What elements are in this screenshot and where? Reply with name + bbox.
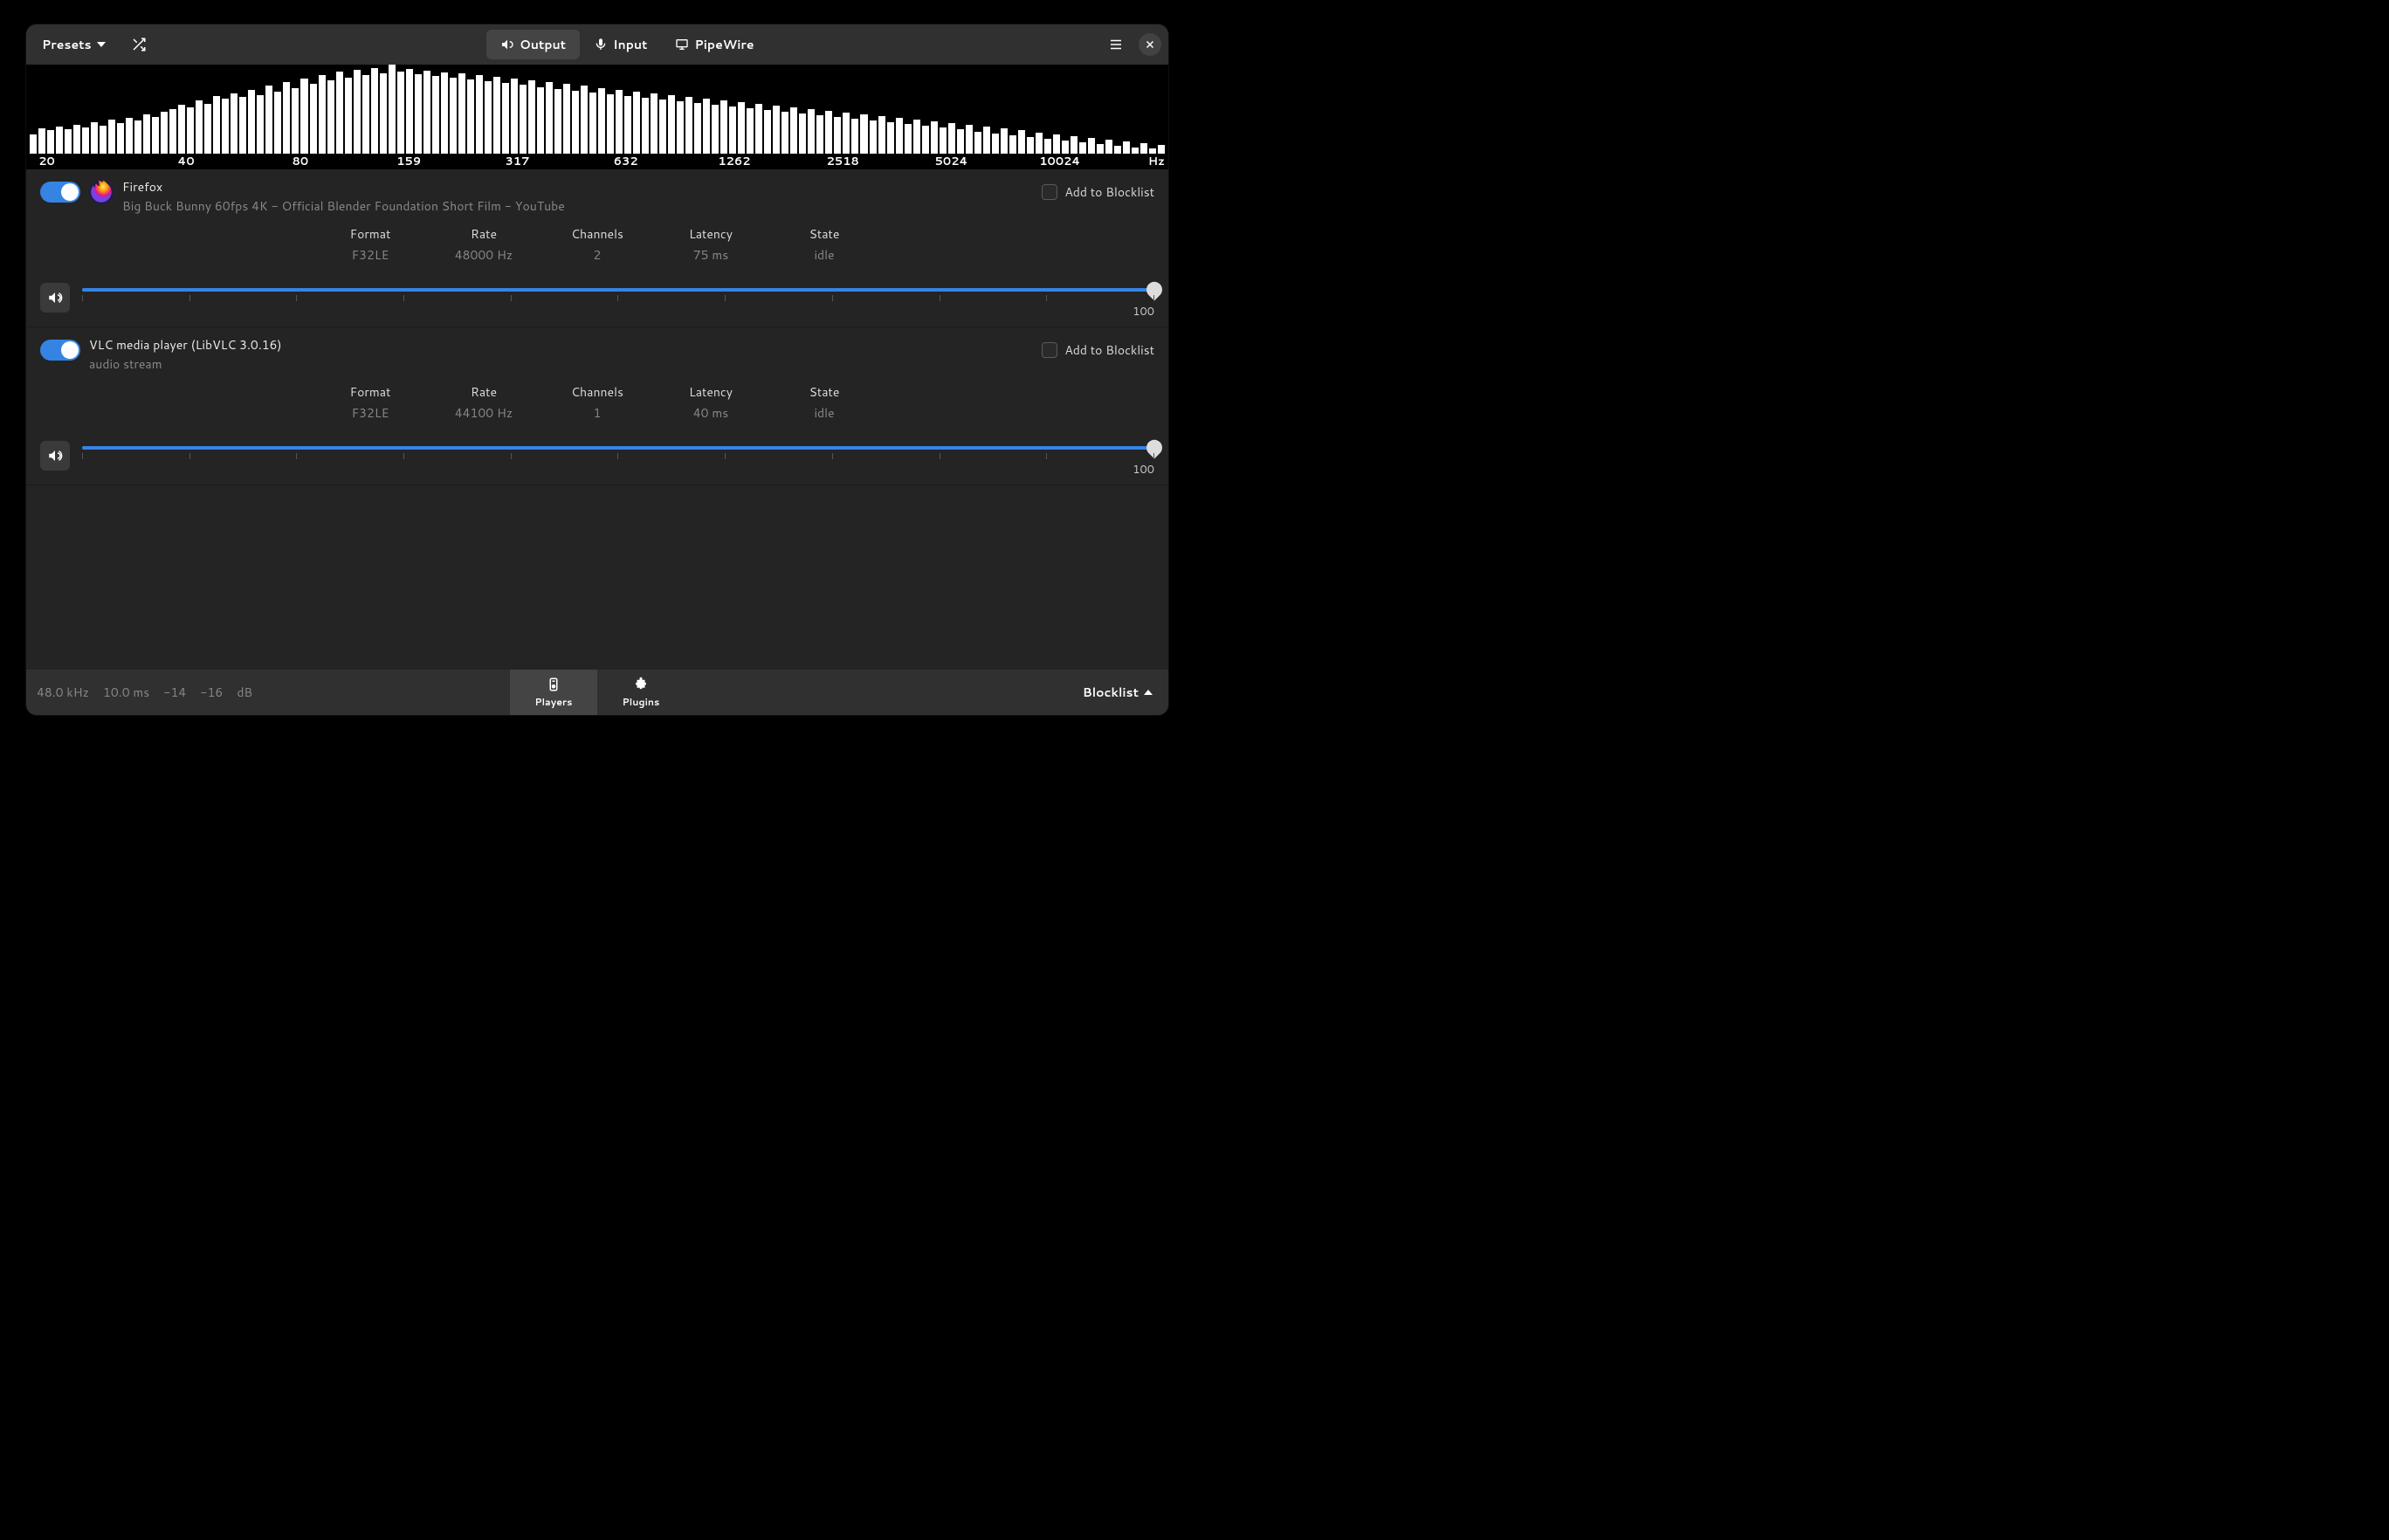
player-enable-toggle[interactable] (40, 340, 80, 361)
firefox-icon (89, 180, 114, 204)
hamburger-icon (1108, 37, 1124, 52)
player-icon (546, 677, 561, 692)
blocklist-label: Add to Blocklist (1064, 341, 1154, 359)
nav-plugins[interactable]: Plugins (597, 670, 685, 715)
statusbar: 48.0 kHz 10.0 ms -14 -16 dB Players Plug… (26, 670, 1168, 715)
nav-players[interactable]: Players (510, 670, 597, 715)
volume-value: 100 (1133, 304, 1154, 320)
close-icon (1145, 39, 1155, 50)
presets-button[interactable]: Presets (33, 31, 114, 58)
puzzle-icon (633, 677, 649, 692)
player-row: Firefox Big Buck Bunny 60fps 4K - Offici… (26, 169, 1168, 327)
microphone-icon (594, 38, 608, 52)
monitor-icon (675, 38, 689, 52)
player-name: VLC media player (LibVLC 3.0.16) (89, 336, 282, 354)
player-enable-toggle[interactable] (40, 182, 80, 203)
player-subtitle: audio stream (89, 355, 282, 373)
players-list: Firefox Big Buck Bunny 60fps 4K - Offici… (26, 169, 1168, 670)
blocklist-checkbox[interactable] (1042, 184, 1057, 200)
app-window: Presets Output Input PipeWire (26, 24, 1168, 715)
status-db: dB (237, 684, 252, 701)
volume-icon (47, 290, 63, 306)
shuffle-button[interactable] (125, 31, 153, 58)
player-subtitle: Big Buck Bunny 60fps 4K - Official Blend… (122, 197, 565, 215)
mute-button[interactable] (40, 283, 70, 313)
status-level-r: -16 (200, 684, 223, 701)
volume-value: 100 (1133, 462, 1154, 478)
presets-label: Presets (42, 36, 92, 53)
blocklist-label: Add to Blocklist (1064, 183, 1154, 201)
tab-group: Output Input PipeWire (160, 30, 1095, 59)
shuffle-icon (131, 37, 147, 52)
player-name: Firefox (122, 178, 565, 196)
volume-slider[interactable]: 100 (82, 288, 1154, 307)
tab-pipewire[interactable]: PipeWire (661, 30, 768, 59)
speaker-icon (500, 38, 514, 52)
close-button[interactable] (1139, 33, 1161, 56)
chevron-down-icon (97, 42, 106, 47)
status-level-l: -14 (163, 684, 186, 701)
spectrum-analyzer: 20408015931763212622518502410024Hz (26, 65, 1168, 169)
status-info: 48.0 kHz 10.0 ms -14 -16 dB (26, 684, 252, 701)
volume-slider[interactable]: 100 (82, 446, 1154, 465)
status-rate: 48.0 kHz (37, 684, 89, 701)
tab-output[interactable]: Output (486, 30, 580, 59)
status-latency: 10.0 ms (103, 684, 149, 701)
chevron-up-icon (1144, 690, 1153, 695)
blocklist-checkbox[interactable] (1042, 342, 1057, 358)
menu-button[interactable] (1102, 31, 1130, 58)
player-row: VLC media player (LibVLC 3.0.16) audio s… (26, 327, 1168, 485)
blocklist-button[interactable]: Blocklist (1074, 678, 1161, 706)
titlebar: Presets Output Input PipeWire (26, 24, 1168, 65)
mute-button[interactable] (40, 441, 70, 471)
tab-input[interactable]: Input (580, 30, 661, 59)
volume-icon (47, 448, 63, 464)
